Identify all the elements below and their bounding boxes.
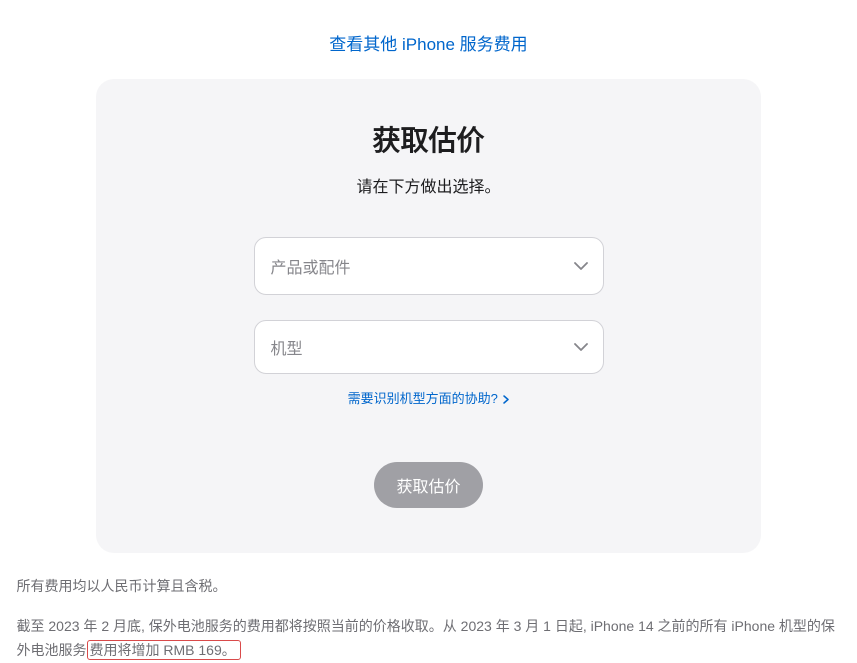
identify-model-help-link[interactable]: 需要识别机型方面的协助? [348, 391, 510, 406]
footnote-currency: 所有费用均以人民币计算且含税。 [17, 575, 841, 599]
product-select[interactable]: 产品或配件 [254, 237, 604, 295]
chevron-right-icon [503, 392, 509, 407]
card-subtitle: 请在下方做出选择。 [156, 173, 701, 197]
estimate-card: 获取估价 请在下方做出选择。 产品或配件 机型 需要识别机型方面的协助? 获取估… [96, 79, 761, 553]
other-services-link[interactable]: 查看其他 iPhone 服务费用 [329, 35, 527, 54]
get-estimate-button[interactable]: 获取估价 [374, 462, 482, 508]
product-select-wrap: 产品或配件 [254, 237, 604, 295]
product-select-placeholder: 产品或配件 [271, 254, 351, 278]
footnote-price-increase: 截至 2023 年 2 月底, 保外电池服务的费用都将按照当前的价格收取。从 2… [17, 615, 841, 663]
model-select-placeholder: 机型 [271, 335, 303, 359]
model-select-wrap: 机型 [254, 320, 604, 374]
help-link-text: 需要识别机型方面的协助? [348, 391, 498, 406]
model-select[interactable]: 机型 [254, 320, 604, 374]
card-title: 获取估价 [156, 119, 701, 159]
price-increase-highlight: 费用将增加 RMB 169。 [87, 640, 241, 660]
footnotes: 所有费用均以人民币计算且含税。 截至 2023 年 2 月底, 保外电池服务的费… [14, 575, 844, 662]
